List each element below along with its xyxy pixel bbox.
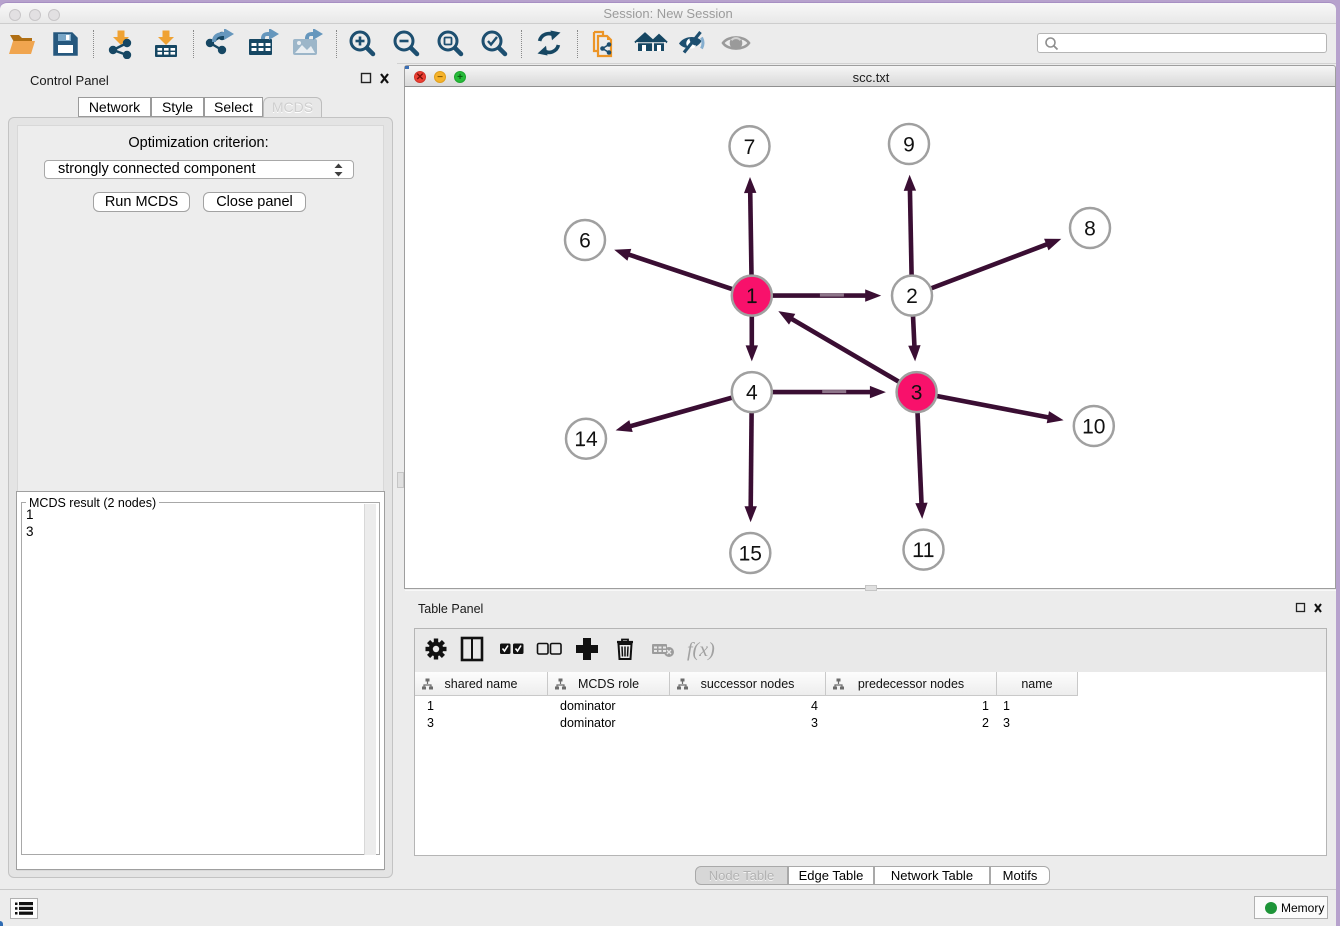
svg-text:2: 2 [906, 285, 918, 308]
svg-text:10: 10 [1082, 416, 1105, 439]
svg-text:3: 3 [911, 382, 923, 405]
svg-text:9: 9 [903, 134, 915, 157]
svg-text:1: 1 [746, 285, 758, 308]
svg-text:7: 7 [744, 136, 756, 159]
svg-text:f(x): f(x) [687, 639, 715, 661]
svg-text:6: 6 [579, 230, 591, 253]
svg-text:11: 11 [913, 539, 935, 562]
svg-text:8: 8 [1084, 218, 1096, 241]
svg-text:15: 15 [739, 543, 762, 566]
svg-text:14: 14 [574, 428, 598, 451]
svg-text:4: 4 [746, 382, 758, 405]
